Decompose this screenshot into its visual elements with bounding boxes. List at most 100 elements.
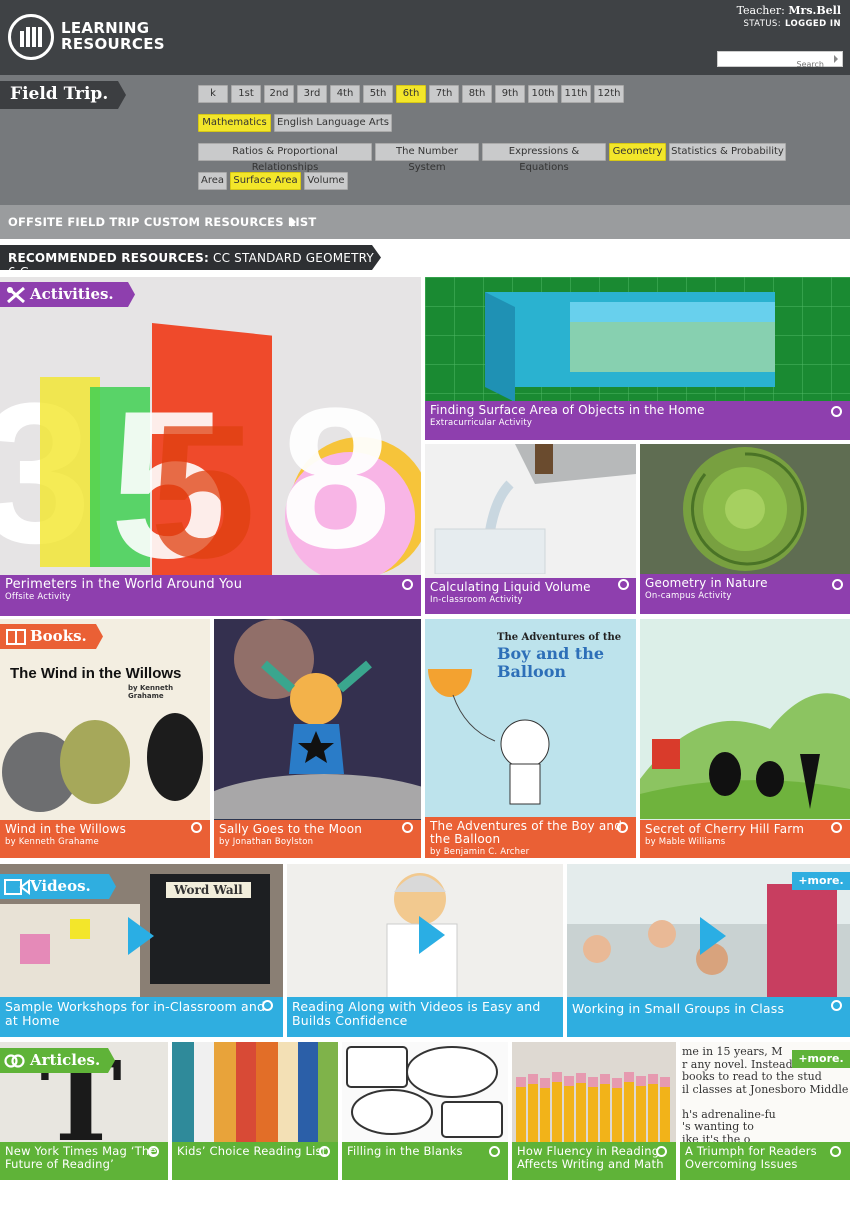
domain-chip-ratios-proportional-relationships[interactable]: Ratios & Proportional Relationships	[198, 143, 372, 173]
book-caption: Secret of Cherry Hill Farm by Mable Willi…	[640, 820, 850, 858]
videos-more-link[interactable]: +more.	[792, 872, 850, 890]
grade-chip-10th[interactable]: 10th	[528, 85, 558, 103]
article-caption: Filling in the Blanks	[342, 1142, 508, 1180]
bookmark-circle-icon[interactable]	[402, 822, 413, 833]
bookmark-circle-icon[interactable]	[831, 822, 842, 833]
book-caption: Wind in the Willows by Kenneth Grahame	[0, 820, 210, 858]
article-caption: A Triumph for Readers Overcoming Issues	[680, 1142, 850, 1180]
activity-tile-perimeters[interactable]: 3 5 5 8 Perimeters in the World Around Y…	[0, 277, 421, 616]
bookmark-circle-icon[interactable]	[148, 1146, 159, 1157]
link-rings-icon	[4, 1054, 25, 1068]
bookmark-circle-icon[interactable]	[831, 406, 842, 417]
bookmark-circle-icon[interactable]	[832, 579, 843, 590]
video-camera-icon	[4, 879, 30, 895]
pouring-bottle-image	[434, 444, 636, 574]
domain-chip-geometry[interactable]: Geometry	[609, 143, 666, 161]
book-icon	[6, 629, 26, 645]
chevron-right-icon	[291, 217, 296, 227]
grade-chip-7th[interactable]: 7th	[429, 85, 459, 103]
book-caption: The Adventures of the Boy and the Balloo…	[425, 817, 636, 858]
activity-caption: Geometry in Nature On-campus Activity	[640, 574, 850, 614]
book-caption: Sally Goes to the Moon by Jonathan Boylst…	[214, 820, 421, 858]
bookmark-circle-icon[interactable]	[656, 1146, 667, 1157]
svg-text:8: 8	[280, 367, 391, 577]
speech-bubbles-image	[346, 1046, 503, 1138]
video-tile-reading-along[interactable]: Reading Along with Videos is Easy and Bu…	[287, 864, 563, 1037]
search-box[interactable]	[717, 51, 843, 72]
bookmark-circle-icon[interactable]	[402, 579, 413, 590]
subject-chip-english-language-arts[interactable]: English Language Arts	[274, 114, 392, 132]
articles-badge: Articles.	[0, 1048, 115, 1073]
activities-badge: Activities.	[0, 282, 135, 307]
pencils-image	[512, 1042, 676, 1142]
bookmark-circle-icon[interactable]	[617, 822, 628, 833]
sally-illustration	[214, 619, 421, 819]
bookmark-circle-icon[interactable]	[262, 1000, 273, 1011]
domain-chip-statistics-probability[interactable]: Statistics & Probability	[669, 143, 786, 161]
topic-chip-area[interactable]: Area	[198, 172, 227, 190]
domain-chip-expressions-equations[interactable]: Expressions & Equations	[482, 143, 606, 173]
article-tile-filling-blanks[interactable]: Filling in the Blanks	[342, 1042, 508, 1180]
article-caption: Kids’ Choice Reading List	[172, 1142, 338, 1180]
activity-tile-surface-area[interactable]: Finding Surface Area of Objects in the H…	[425, 277, 850, 440]
video-caption: Sample Workshops for in-Classroom and at…	[0, 997, 283, 1037]
bookmark-circle-icon[interactable]	[319, 1146, 330, 1157]
activity-caption: Finding Surface Area of Objects in the H…	[425, 401, 850, 440]
play-icon[interactable]	[128, 917, 154, 955]
play-icon[interactable]	[700, 917, 726, 955]
offsite-resources-link[interactable]: OFFSITE FIELD TRIP CUSTOM RESOURCES LIST	[0, 205, 850, 239]
surface-area-artwork	[425, 277, 850, 402]
grade-chip-4th[interactable]: 4th	[330, 85, 360, 103]
topic-chip-volume[interactable]: Volume	[304, 172, 348, 190]
boy-balloon-illustration	[428, 669, 550, 805]
topic-chip-surface-area[interactable]: Surface Area	[230, 172, 301, 190]
activity-tile-geometry-nature[interactable]: Geometry in Nature On-campus Activity	[640, 444, 850, 614]
grade-chip-8th[interactable]: 8th	[462, 85, 492, 103]
article-tile-triumph[interactable]: me in 15 years, Mr any novel. Instead sh…	[680, 1042, 850, 1180]
grade-chip-3rd[interactable]: 3rd	[297, 85, 327, 103]
book-tile-wind-in-the-willows[interactable]: The Wind in the Willows by Kenneth Graha…	[0, 619, 210, 858]
grade-chip-11th[interactable]: 11th	[561, 85, 591, 103]
tools-icon	[7, 286, 25, 304]
numbers-artwork: 3 5 5 8	[0, 322, 421, 577]
bookmark-circle-icon[interactable]	[618, 579, 629, 590]
video-tile-small-groups[interactable]: +more. Working in Small Groups in Class	[567, 864, 850, 1037]
search-arrow-icon[interactable]	[834, 55, 838, 63]
bookmark-circle-icon[interactable]	[831, 1000, 842, 1011]
teacher-name: Teacher: Mrs.Bell	[736, 4, 841, 17]
subject-chip-mathematics[interactable]: Mathematics	[198, 114, 271, 132]
play-icon[interactable]	[419, 916, 445, 954]
recommended-resources-header: RECOMMENDED RESOURCES: CC STANDARD GEOME…	[0, 245, 381, 270]
articles-more-link[interactable]: +more.	[792, 1050, 850, 1068]
bookmark-circle-icon[interactable]	[489, 1146, 500, 1157]
article-tile-fluency[interactable]: How Fluency in Reading Affects Writing a…	[512, 1042, 676, 1180]
grade-chip-5th[interactable]: 5th	[363, 85, 393, 103]
logo-icon[interactable]	[8, 14, 54, 60]
article-tile-kids-choice[interactable]: Kids’ Choice Reading List	[172, 1042, 338, 1180]
books-badge: Books.	[0, 624, 103, 649]
farm-illustration	[640, 693, 850, 819]
logo-text[interactable]: LEARNING RESOURCES	[61, 20, 165, 52]
search-input[interactable]	[718, 57, 828, 72]
login-status: STATUS: LOGGED IN	[743, 19, 841, 29]
grade-chip-1st[interactable]: 1st	[231, 85, 261, 103]
grade-chip-9th[interactable]: 9th	[495, 85, 525, 103]
book-tile-cherry-hill-farm[interactable]: Secret of Cherry Hill Farm by Mable Willi…	[640, 619, 850, 858]
bookmark-circle-icon[interactable]	[191, 822, 202, 833]
videos-badge: Videos.	[0, 874, 116, 899]
activity-caption: Perimeters in the World Around You Offsit…	[0, 575, 421, 616]
activity-tile-liquid-volume[interactable]: Calculating Liquid Volume In-classroom Ac…	[425, 444, 636, 614]
grade-chip-2nd[interactable]: 2nd	[264, 85, 294, 103]
bookmark-circle-icon[interactable]	[830, 1146, 841, 1157]
book-tile-boy-and-balloon[interactable]: The Adventures of the Boy and the Balloo…	[425, 619, 636, 858]
domain-chip-the-number-system[interactable]: The Number System	[375, 143, 479, 173]
grade-chip-k[interactable]: k	[198, 85, 228, 103]
video-caption: Reading Along with Videos is Easy and Bu…	[287, 997, 563, 1037]
grade-chip-6th[interactable]: 6th	[396, 85, 426, 103]
svg-text:5: 5	[150, 386, 256, 577]
grade-chip-12th[interactable]: 12th	[594, 85, 624, 103]
animals-illustration	[2, 713, 203, 812]
book-tile-sally-goes-to-the-moon[interactable]: Sally Goes to the Moon by Jonathan Boylst…	[214, 619, 421, 858]
book-spines-image	[172, 1042, 338, 1142]
article-caption: New York Times Mag ‘The Future of Readin…	[0, 1142, 168, 1180]
